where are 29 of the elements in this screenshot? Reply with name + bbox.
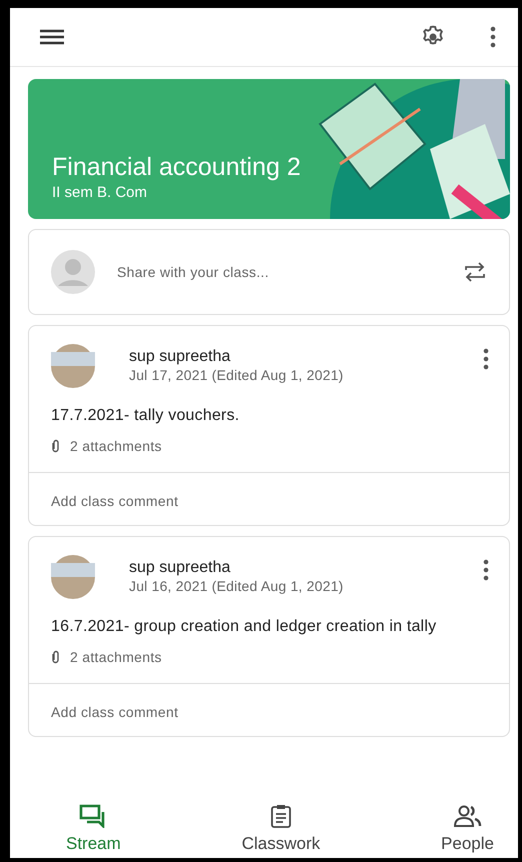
author-name: sup supreetha — [129, 559, 232, 577]
class-comment-field[interactable]: Add class comment — [29, 683, 509, 736]
avatar-icon — [51, 250, 95, 294]
paperclip-icon — [51, 439, 60, 453]
avatar-photo-placeholder — [51, 344, 95, 388]
attachments-link[interactable]: 2 attachments — [70, 649, 162, 665]
more-options-icon[interactable] — [483, 348, 489, 370]
attachments-link[interactable]: 2 attachments — [70, 438, 162, 454]
menu-icon[interactable] — [40, 29, 64, 45]
share-field[interactable]: Share with your class... — [117, 264, 441, 280]
post-date: Jul 16, 2021 (Edited Aug 1, 2021) — [129, 578, 344, 594]
more-options-icon[interactable] — [490, 26, 496, 48]
repost-icon[interactable] — [463, 261, 487, 283]
class-section: II sem B. Com — [52, 184, 510, 201]
post-date: Jul 17, 2021 (Edited Aug 1, 2021) — [129, 367, 344, 383]
paperclip-icon — [51, 650, 60, 664]
chat-icon — [79, 804, 108, 828]
clipboard-icon — [270, 804, 292, 828]
nav-tab[interactable]: People — [441, 804, 494, 858]
class-comment-field[interactable]: Add class comment — [29, 472, 509, 525]
nav-tab[interactable]: Classwork — [242, 804, 320, 858]
more-options-icon[interactable] — [483, 559, 489, 581]
people-icon — [452, 804, 483, 828]
avatar-photo-placeholder — [51, 555, 95, 599]
class-title: Financial accounting 2 — [52, 153, 302, 182]
nav-tab[interactable]: Stream — [66, 804, 121, 858]
author-name: sup supreetha — [129, 348, 232, 366]
post-text: 17.7.2021- tally vouchers. — [50, 406, 240, 426]
post-text: 16.7.2021- group creation and ledger creation in tally — [50, 617, 438, 637]
